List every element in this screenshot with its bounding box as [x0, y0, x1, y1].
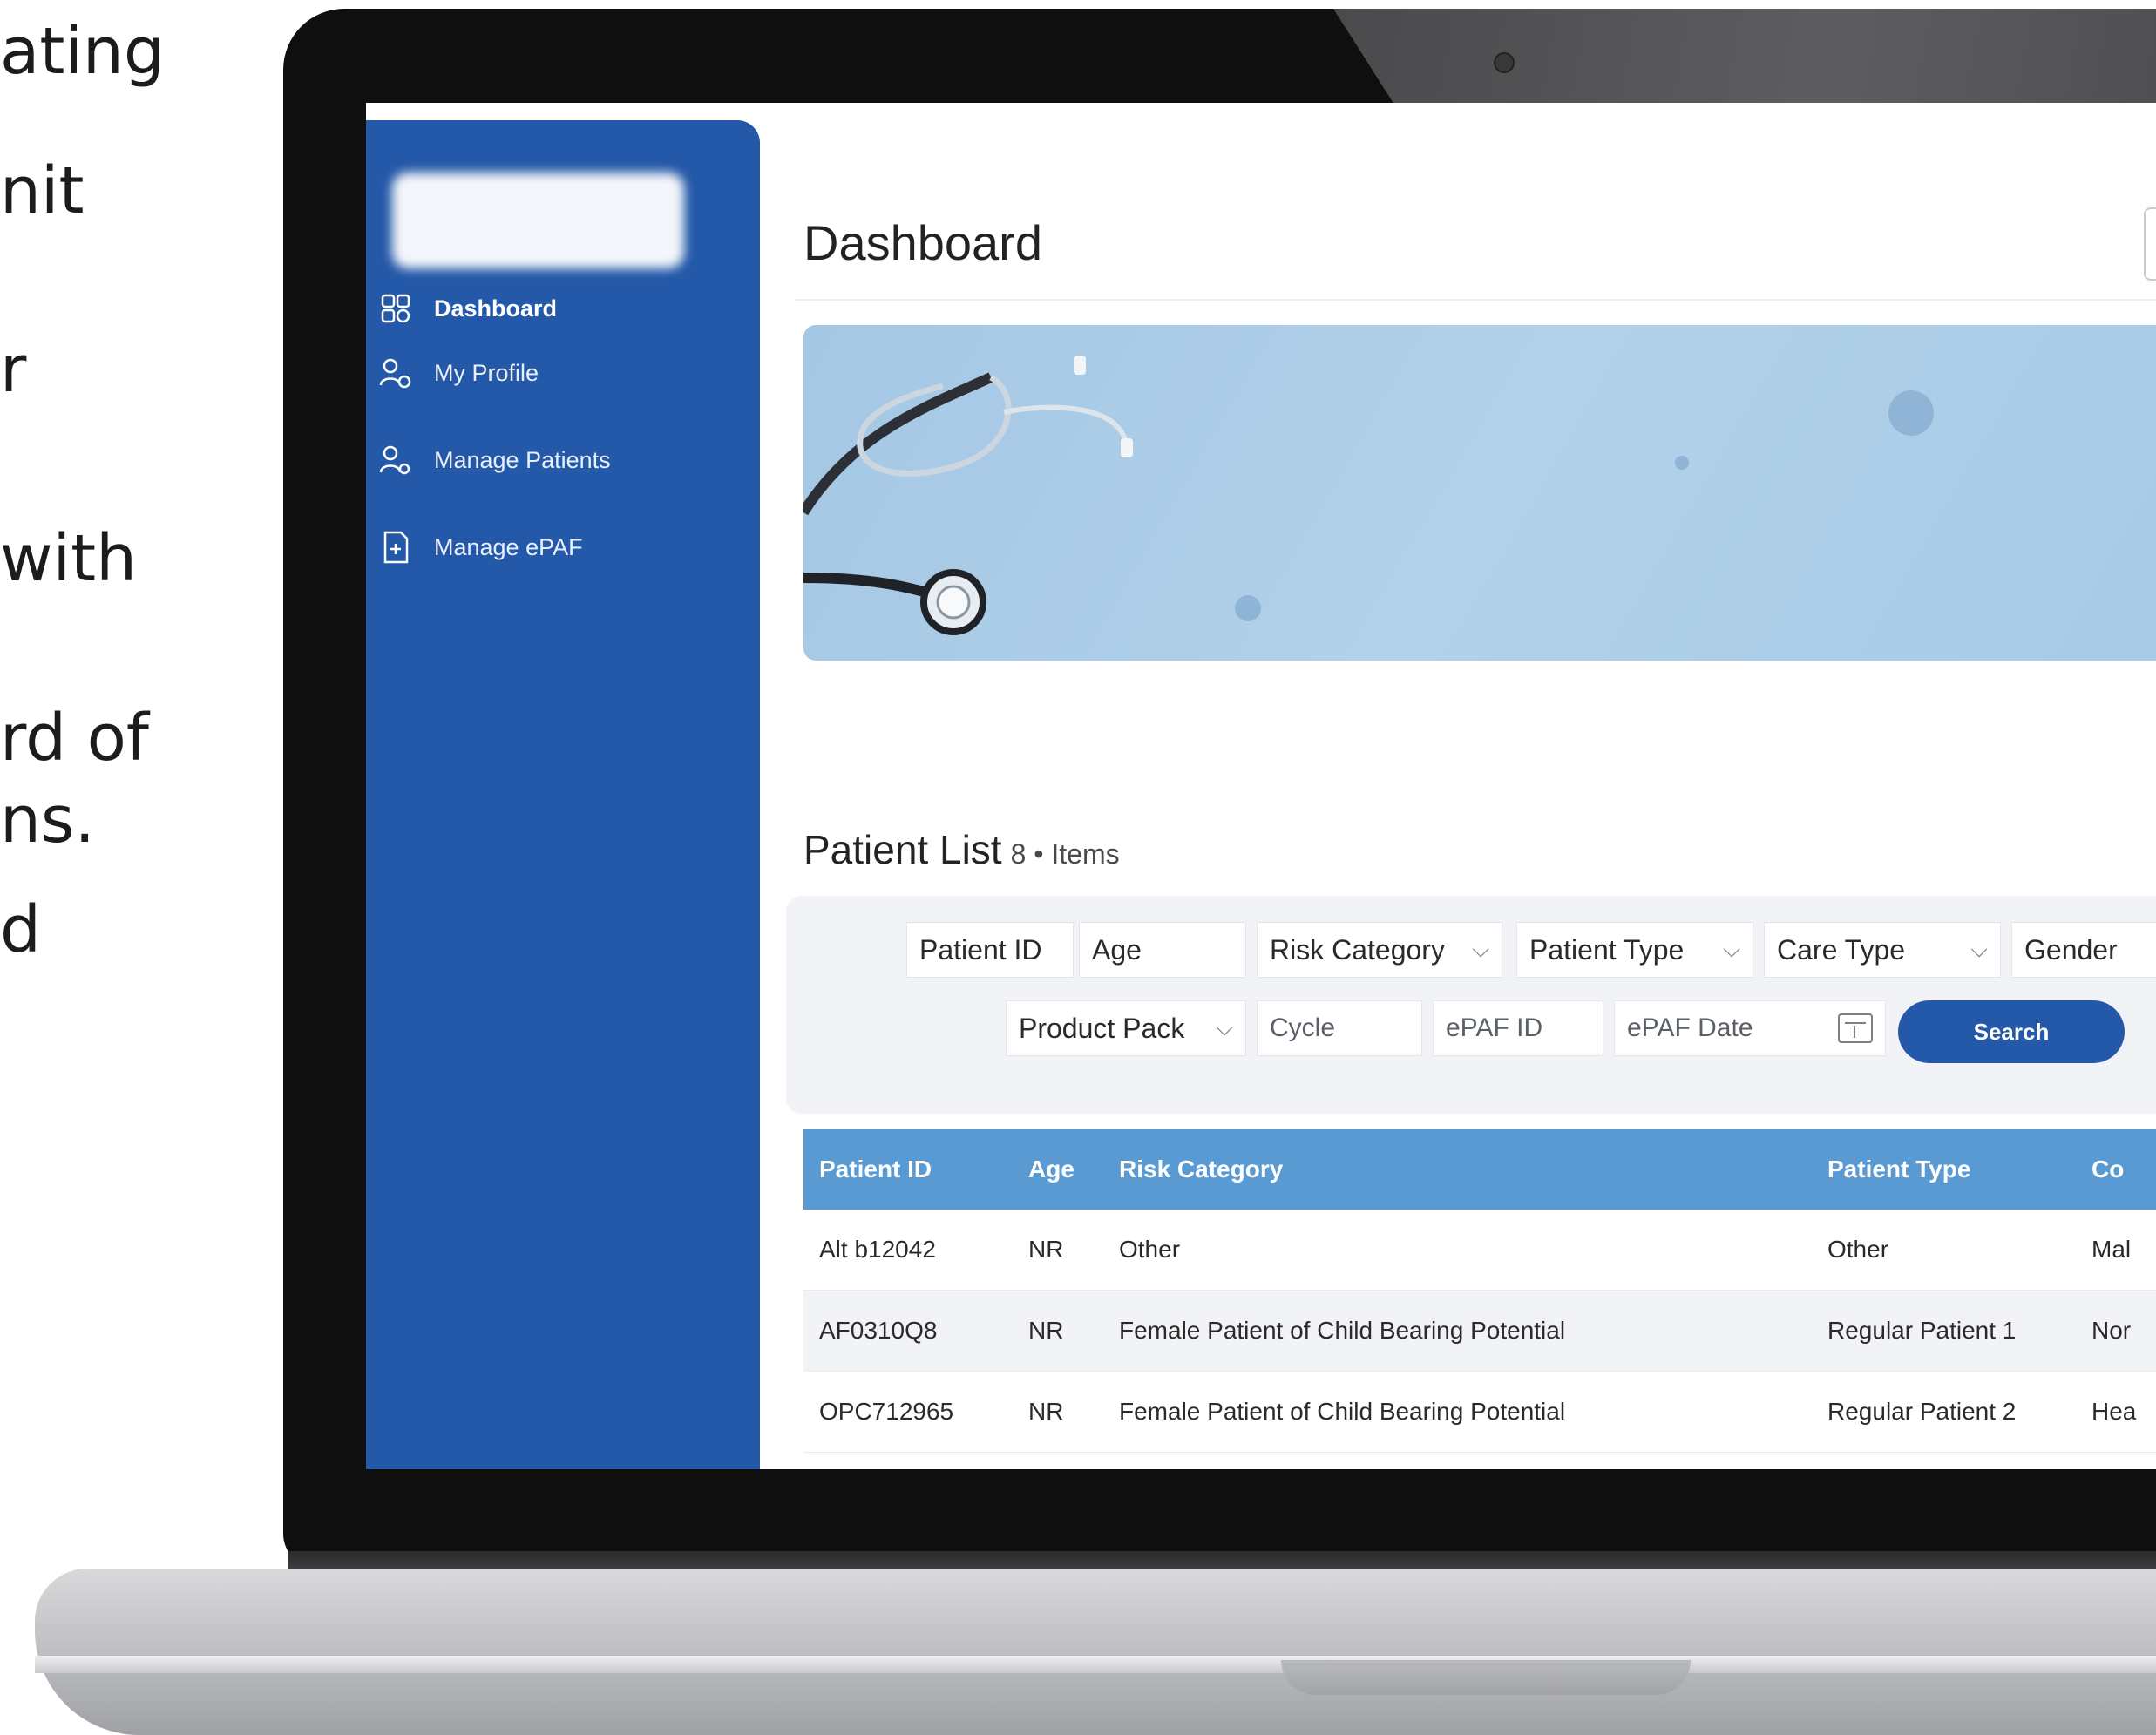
filter-label: ePAF Date	[1627, 1013, 1753, 1042]
laptop-trackpad-notch	[1281, 1660, 1691, 1695]
side-text-line: with	[0, 521, 137, 596]
column-header-age[interactable]: Age	[1028, 1129, 1075, 1210]
decor-dot	[1235, 595, 1261, 621]
cell-age: NR	[1028, 1398, 1064, 1425]
column-header-care-type[interactable]: Co	[2092, 1129, 2124, 1210]
cell-patient-type: Regular Patient 1	[1827, 1317, 2017, 1344]
laptop-base	[35, 1569, 2156, 1735]
hero-banner	[803, 325, 2156, 661]
column-header-risk-category[interactable]: Risk Category	[1119, 1129, 1283, 1210]
side-text-line: d	[0, 892, 41, 967]
column-header-patient-id[interactable]: Patient ID	[819, 1129, 932, 1210]
epaf-id-input[interactable]: ePAF ID	[1433, 1000, 1603, 1056]
decor-dot	[1675, 456, 1689, 470]
cell-risk-category: Female Patient of Child Bearing Potentia…	[1119, 1317, 1566, 1344]
table-header: Patient ID Age Risk Category Patient Typ…	[803, 1129, 2156, 1210]
sidebar-item-my-profile[interactable]: My Profile	[378, 356, 539, 390]
decor-dot	[1888, 390, 1934, 436]
sidebar-item-dashboard[interactable]: Dashboard	[378, 291, 557, 326]
chevron-down-icon: ⌵	[1472, 936, 1489, 962]
filter-label: Patient ID	[919, 933, 1042, 966]
divider	[795, 299, 2156, 301]
filter-label: Age	[1092, 933, 1142, 966]
cell-age: NR	[1028, 1236, 1064, 1263]
sidebar-item-manage-epaf[interactable]: Manage ePAF	[378, 530, 583, 565]
page-title: Dashboard	[803, 215, 1042, 270]
main-content: Dashboard Patient List 8 • Items Patient…	[760, 103, 2156, 1469]
side-text-line: rd of	[0, 701, 149, 776]
filter-label: Patient Type	[1529, 933, 1685, 966]
care-type-select[interactable]: Care Type ⌵	[1764, 922, 2001, 978]
epaf-date-input[interactable]: ePAF Date	[1614, 1000, 1886, 1056]
table-row[interactable]: OPC712965 NR Female Patient of Child Bea…	[803, 1372, 2156, 1453]
search-button[interactable]: Search	[1898, 1000, 2125, 1063]
laptop-base-edge	[35, 1656, 2156, 1673]
document-icon	[378, 530, 413, 565]
dashboard-icon	[378, 291, 413, 326]
gender-select[interactable]: Gender	[2011, 922, 2156, 978]
filter-label: Care Type	[1777, 933, 1906, 966]
sidebar-item-label: Dashboard	[434, 295, 558, 322]
header-action-button[interactable]	[2144, 207, 2156, 281]
cell-care-type: Hea	[2092, 1398, 2137, 1425]
cell-patient-id: AF0310Q8	[819, 1317, 938, 1344]
sidebar-item-label: Manage Patients	[434, 446, 611, 473]
cell-care-type: Nor	[2092, 1317, 2132, 1344]
side-text-line: ns.	[0, 783, 95, 857]
patient-type-select[interactable]: Patient Type ⌵	[1516, 922, 1753, 978]
patient-id-input[interactable]: Patient ID	[906, 922, 1074, 978]
cycle-input[interactable]: Cycle	[1257, 1000, 1422, 1056]
side-text-line: ating	[0, 14, 165, 89]
sidebar-item-label: Manage ePAF	[434, 533, 583, 560]
risk-category-select[interactable]: Risk Category ⌵	[1257, 922, 1502, 978]
cell-risk-category: Female Patient of Child Bearing Potentia…	[1119, 1398, 1566, 1425]
table-row[interactable]: Alt b12042 NR Other Other Mal	[803, 1210, 2156, 1291]
webcam-icon	[1494, 52, 1515, 73]
sidebar-item-manage-patients[interactable]: Manage Patients	[378, 443, 611, 478]
cell-age: NR	[1028, 1317, 1064, 1344]
cell-risk-category: Other	[1119, 1236, 1181, 1263]
stethoscope-illustration	[803, 356, 1133, 635]
laptop-lid-reflection	[1333, 9, 2156, 105]
side-text-line: r	[0, 332, 27, 407]
users-icon	[378, 443, 413, 478]
cell-patient-id: Alt b12042	[819, 1236, 936, 1263]
patient-list-title-text: Patient List	[803, 827, 1002, 872]
filter-label: ePAF ID	[1446, 1013, 1543, 1042]
patient-table: Patient ID Age Risk Category Patient Typ…	[803, 1129, 2156, 1453]
product-pack-select[interactable]: Product Pack ⌵	[1006, 1000, 1246, 1056]
cell-care-type: Mal	[2092, 1236, 2132, 1263]
patient-list-count: 8 • Items	[1010, 838, 1120, 870]
cell-patient-id: OPC712965	[819, 1398, 954, 1425]
cell-patient-type: Other	[1827, 1236, 1889, 1263]
chevron-down-icon: ⌵	[1216, 1014, 1233, 1040]
chevron-down-icon: ⌵	[1723, 936, 1740, 962]
filter-label: Cycle	[1270, 1013, 1336, 1042]
chevron-down-icon: ⌵	[1970, 936, 1988, 962]
table-row[interactable]: AF0310Q8 NR Female Patient of Child Bear…	[803, 1291, 2156, 1372]
filter-label: Product Pack	[1019, 1012, 1185, 1044]
side-caption-text: ating nit r with rd of ns. d	[0, 0, 279, 1735]
app-logo	[392, 173, 684, 268]
sidebar-item-label: My Profile	[434, 359, 539, 386]
cell-patient-type: Regular Patient 2	[1827, 1398, 2017, 1425]
filter-label: Risk Category	[1270, 933, 1445, 966]
user-icon	[378, 356, 413, 390]
filter-label: Gender	[2024, 933, 2118, 966]
patient-list-title: Patient List 8 • Items	[803, 826, 1120, 873]
sidebar: Dashboard My Profile Manage Patients Man…	[366, 120, 760, 1469]
side-text-line: nit	[0, 153, 85, 228]
calendar-icon[interactable]	[1838, 1013, 1873, 1043]
laptop-screen: Dashboard My Profile Manage Patients Man…	[366, 103, 2156, 1469]
column-header-patient-type[interactable]: Patient Type	[1827, 1129, 1970, 1210]
age-input[interactable]: Age	[1079, 922, 1246, 978]
